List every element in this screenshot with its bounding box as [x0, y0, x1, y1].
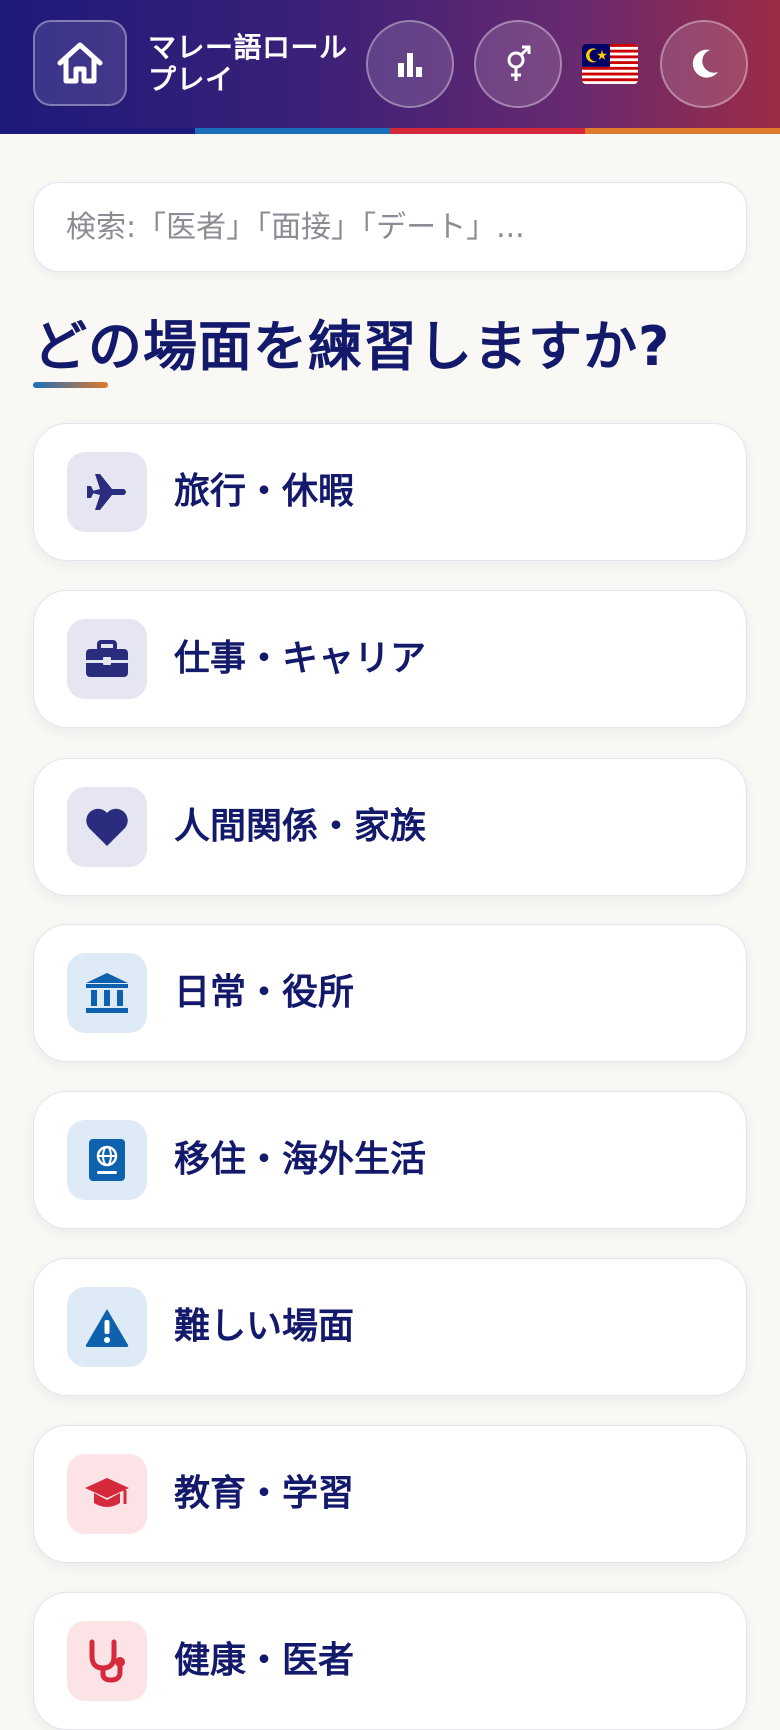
category-card-daily-life[interactable]: 日常・役所: [33, 924, 747, 1062]
heart-icon: [86, 808, 128, 846]
search-bar[interactable]: [33, 182, 747, 272]
category-icon-box: [67, 1287, 147, 1367]
category-icon-box: [67, 619, 147, 699]
category-label: 人間関係・家族: [174, 806, 427, 847]
category-label: 健康・医者: [174, 1640, 355, 1681]
graduation-cap-icon: [85, 1478, 129, 1507]
category-card-travel[interactable]: 旅行・休暇: [33, 423, 747, 561]
category-icon-box: [67, 787, 147, 867]
category-icon-box: [67, 452, 147, 532]
header-color-stripe: [0, 128, 780, 134]
category-label: 仕事・キャリア: [174, 638, 427, 679]
category-icon-box: [67, 953, 147, 1033]
home-button[interactable]: [33, 20, 127, 106]
category-card-relocation[interactable]: 移住・海外生活: [33, 1091, 747, 1229]
briefcase-icon: [86, 640, 128, 677]
app-title: マレー語ロールプレイ: [148, 31, 348, 96]
category-label: 教育・学習: [174, 1473, 355, 1514]
malaysia-flag-icon[interactable]: [582, 44, 638, 84]
category-card-relationships[interactable]: 人間関係・家族: [33, 758, 747, 896]
app-header: マレー語ロールプレイ: [0, 0, 780, 128]
category-label: 難しい場面: [174, 1306, 355, 1347]
gender-button[interactable]: [474, 20, 562, 108]
theme-toggle-button[interactable]: [660, 20, 748, 108]
category-card-education[interactable]: 教育・学習: [33, 1425, 747, 1563]
home-icon: [57, 42, 103, 84]
category-label: 日常・役所: [174, 972, 355, 1013]
title-underline: [33, 382, 108, 388]
warning-icon: [85, 1309, 129, 1347]
category-label: 移住・海外生活: [174, 1139, 427, 1180]
bar-chart-icon: [398, 53, 422, 77]
gender-icon: [507, 45, 531, 81]
passport-icon: [89, 1139, 125, 1181]
stats-button[interactable]: [366, 20, 454, 108]
category-label: 旅行・休暇: [174, 471, 355, 512]
moon-icon: [692, 49, 718, 78]
airplane-icon: [87, 474, 126, 510]
category-icon-box: [67, 1454, 147, 1534]
category-icon-box: [67, 1621, 147, 1701]
search-input[interactable]: [34, 183, 746, 271]
stethoscope-icon: [89, 1639, 125, 1683]
category-card-difficult-situations[interactable]: 難しい場面: [33, 1258, 747, 1396]
government-building-icon: [86, 973, 128, 1013]
page-title: どの場面を練習しますか?: [33, 315, 671, 378]
category-icon-box: [67, 1120, 147, 1200]
category-card-health[interactable]: 健康・医者: [33, 1592, 747, 1730]
category-card-work[interactable]: 仕事・キャリア: [33, 590, 747, 728]
